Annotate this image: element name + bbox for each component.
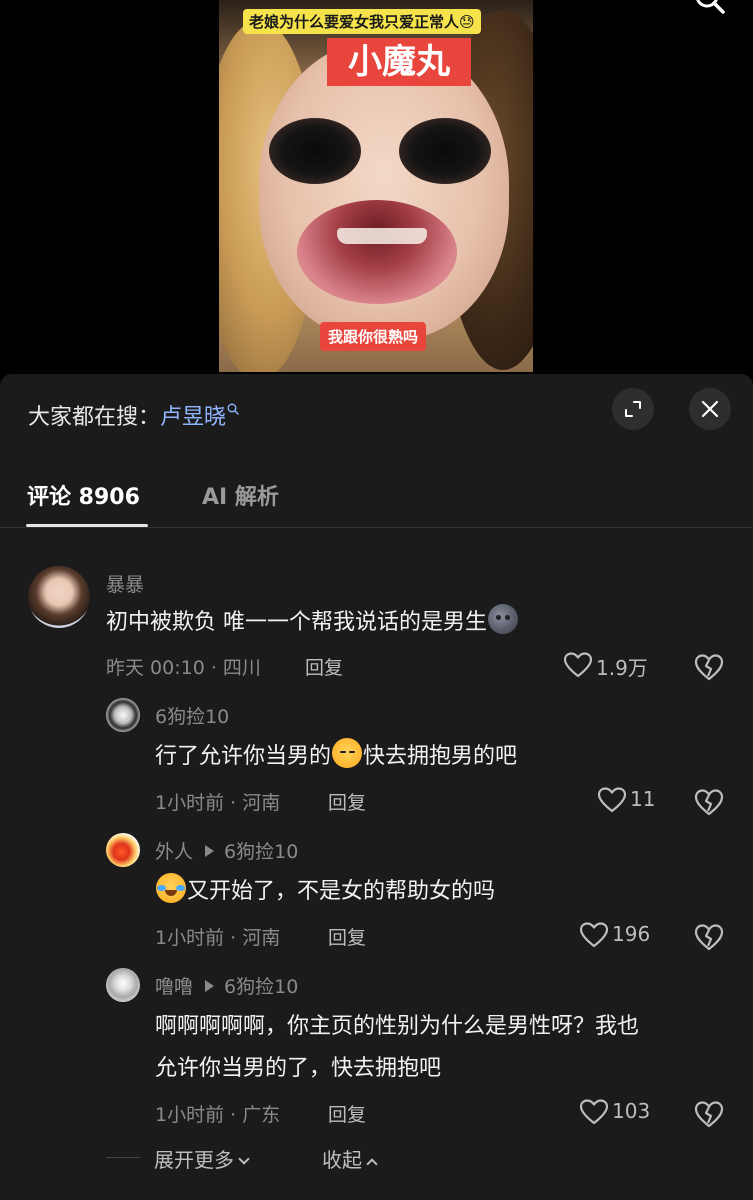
divider: [106, 1157, 140, 1158]
video-player[interactable]: 小魔丸 老娘为什么要爱女我只爱正常人😓 我跟你很熟吗: [0, 0, 753, 380]
reply-meta: 1小时前 · 河南: [155, 927, 281, 949]
comment-author[interactable]: 暴暴: [106, 570, 144, 597]
heart-icon: [564, 652, 592, 678]
reply-text-part1: 行了允许你当男的: [155, 744, 332, 769]
reply-button[interactable]: 回复: [328, 1100, 366, 1127]
heart-icon: [580, 922, 608, 948]
heart-icon: [580, 1099, 608, 1125]
comment-text-body: 初中被欺负 唯一一个帮我说话的是男生: [106, 610, 487, 635]
comment-text: 初中被欺负 唯一一个帮我说话的是男生: [106, 602, 519, 644]
tab-ai-analysis[interactable]: AI 解析: [202, 479, 279, 511]
reply-button[interactable]: 回复: [328, 788, 366, 815]
tab-active-indicator: [26, 524, 148, 527]
tab-bar: 评论 8906 AI 解析: [0, 470, 753, 528]
dislike-icon[interactable]: [694, 922, 724, 952]
reply-button[interactable]: 回复: [305, 653, 343, 680]
avatar[interactable]: [28, 566, 90, 628]
dislike-icon[interactable]: [694, 1099, 724, 1129]
trending-search-term[interactable]: 卢昱晓: [160, 405, 226, 430]
like-count: 103: [612, 1099, 651, 1123]
reply-author[interactable]: 6狗捡10: [155, 702, 229, 729]
search-small-icon: [227, 403, 239, 415]
video-red-label: 小魔丸: [327, 38, 471, 86]
reply-button[interactable]: 回复: [328, 923, 366, 950]
like-count: 196: [612, 922, 651, 946]
like-button[interactable]: 103: [580, 1098, 660, 1128]
reply-author-line: 外人 6狗捡10: [155, 837, 298, 864]
comments-sheet: 大家都在搜：卢昱晓 评论 8906 AI 解析 暴暴 初中被欺负 唯一一个帮我说…: [0, 374, 753, 1200]
expand-icon: [625, 401, 641, 417]
blushing-emoji-icon: [332, 738, 363, 768]
reply-arrow-icon: [205, 844, 215, 857]
moon-emoji-icon: [488, 604, 518, 634]
trending-search[interactable]: 大家都在搜：卢昱晓: [28, 399, 239, 431]
video-mouth: [297, 200, 457, 304]
close-button[interactable]: [689, 388, 731, 430]
dislike-icon[interactable]: [694, 652, 724, 682]
reply-meta: 1小时前 · 广东: [155, 1104, 281, 1126]
trending-search-prefix: 大家都在搜：: [28, 405, 161, 430]
like-count: 1.9万: [596, 656, 648, 680]
expand-button[interactable]: [612, 388, 654, 430]
chevron-down-icon: [238, 1153, 250, 1165]
expand-more-label: 展开更多: [154, 1148, 234, 1172]
reply-text-body: 又开始了，不是女的帮助女的吗: [187, 879, 496, 904]
reply-text-line2: 允许你当男的了，快去拥抱吧: [155, 1056, 442, 1081]
like-button[interactable]: 196: [580, 921, 660, 951]
reply-text-part2: 快去拥抱男的吧: [363, 744, 518, 769]
close-icon: [701, 400, 719, 418]
heart-icon: [598, 787, 626, 813]
reply-text-line1: 啊啊啊啊啊，你主页的性别为什么是男性呀？我也: [155, 1014, 640, 1039]
like-button[interactable]: 1.9万: [564, 651, 656, 681]
tab-comments[interactable]: 评论 8906: [27, 479, 140, 511]
reply-text: 又开始了，不是女的帮助女的吗: [155, 871, 495, 913]
reply-arrow-icon: [205, 979, 215, 992]
reply-target[interactable]: 6狗捡10: [224, 841, 298, 863]
reply-text: 行了允许你当男的 快去拥抱男的吧: [155, 736, 517, 778]
avatar[interactable]: [106, 698, 140, 732]
dislike-icon[interactable]: [694, 787, 724, 817]
like-button[interactable]: 11: [598, 786, 662, 816]
like-count: 11: [630, 787, 656, 811]
avatar[interactable]: [106, 833, 140, 867]
chevron-up-icon: [366, 1158, 378, 1170]
comment-meta: 昨天 00:10 · 四川: [106, 657, 261, 679]
reply-meta: 1小时前 · 河南: [155, 792, 281, 814]
video-bottom-caption: 我跟你很熟吗: [320, 322, 427, 351]
search-icon[interactable]: [695, 0, 725, 16]
expand-more-button[interactable]: 展开更多: [154, 1144, 250, 1173]
video-frame[interactable]: 小魔丸 老娘为什么要爱女我只爱正常人😓 我跟你很熟吗: [219, 0, 533, 372]
video-eye-left: [269, 118, 361, 184]
reply-author-line: 噜噜 6狗捡10: [155, 972, 298, 999]
reply-author[interactable]: 噜噜: [155, 976, 193, 998]
collapse-button[interactable]: 收起: [322, 1144, 378, 1173]
laughing-crying-emoji-icon: [156, 873, 186, 903]
reply-author[interactable]: 外人: [155, 841, 193, 863]
collapse-label: 收起: [322, 1148, 362, 1172]
video-teeth: [337, 228, 427, 244]
video-top-caption: 老娘为什么要爱女我只爱正常人😓: [243, 9, 481, 34]
avatar[interactable]: [106, 968, 140, 1002]
reply-target[interactable]: 6狗捡10: [224, 976, 298, 998]
video-eye-right: [399, 118, 491, 184]
